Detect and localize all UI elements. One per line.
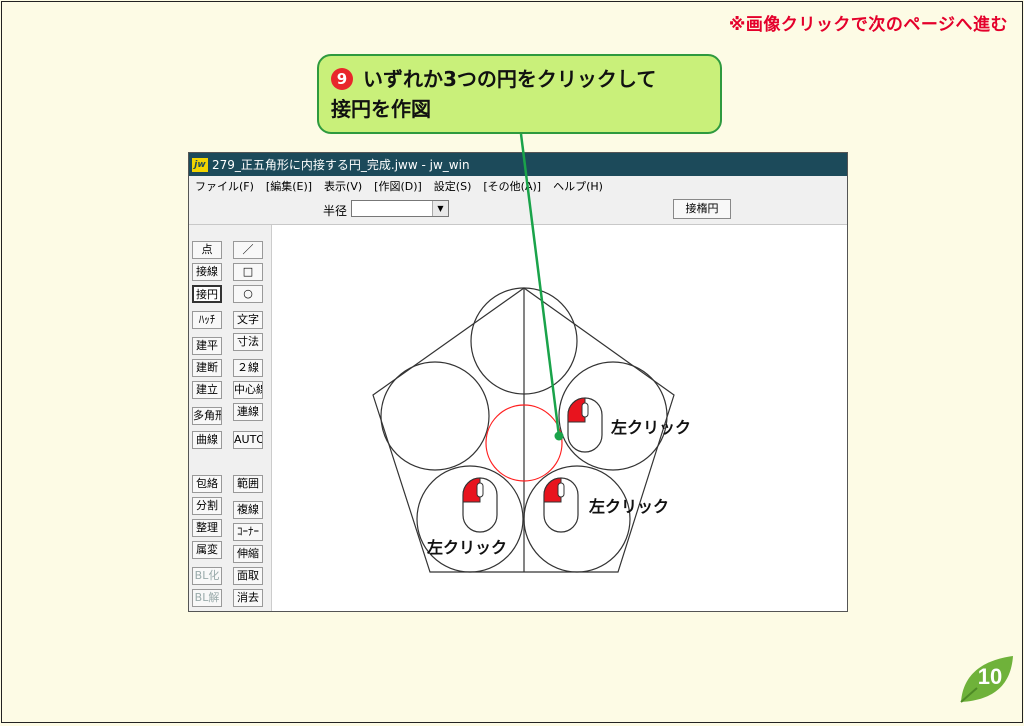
tool-point[interactable]: 点 <box>192 241 222 259</box>
tool-polygon[interactable]: 多角形 <box>192 407 222 425</box>
tool-hatch[interactable]: ﾊｯﾁ <box>192 311 222 329</box>
tool-corner[interactable]: ｺｰﾅｰ <box>233 523 263 541</box>
tool-block-create[interactable]: BL化 <box>192 567 222 585</box>
tool-tangent-circle[interactable]: 接円 <box>192 285 222 303</box>
menu-view[interactable]: 表示(V) <box>324 178 362 194</box>
tool-tangent-line[interactable]: 接線 <box>192 263 222 281</box>
tool-elevation-front[interactable]: 建立 <box>192 381 222 399</box>
tool-chamfer[interactable]: 面取 <box>233 567 263 585</box>
window-title-bar[interactable]: jw 279_正五角形に内接する円_完成.jww - jw_win <box>189 153 847 176</box>
tool-attribute-change[interactable]: 属変 <box>192 541 222 559</box>
instruction-callout: 9 いずれか3つの円をクリックして 接円を作図 <box>317 54 722 134</box>
app-icon: jw <box>192 157 208 172</box>
menu-edit[interactable]: [編集(E)] <box>266 178 312 194</box>
tool-arrange[interactable]: 整理 <box>192 519 222 537</box>
control-bar: 半径 ▼ 接楕円 <box>189 196 847 225</box>
instruction-line-2: 接円を作図 <box>331 97 431 121</box>
tool-block-explode[interactable]: BL解 <box>192 589 222 607</box>
tool-curve[interactable]: 曲線 <box>192 431 222 449</box>
tool-elevation-section[interactable]: 建断 <box>192 359 222 377</box>
tool-rectangle[interactable]: □ <box>233 263 263 281</box>
tool-connect-line[interactable]: 連線 <box>233 403 263 421</box>
slide-frame[interactable]: ※画像クリックで次のページへ進む 9 いずれか3つの円をクリックして 接円を作図 … <box>1 1 1023 723</box>
page-number-badge: 10 <box>957 654 1015 704</box>
window-title: 279_正五角形に内接する円_完成.jww - jw_win <box>212 158 470 172</box>
menu-draw[interactable]: [作図(D)] <box>374 178 422 194</box>
radius-select[interactable]: ▼ <box>351 200 449 217</box>
tool-palette: 点 接線 接円 ﾊｯﾁ 建平 建断 建立 多角形 曲線 包絡 分割 整理 属変 … <box>189 225 271 611</box>
tool-range[interactable]: 範囲 <box>233 475 263 493</box>
next-page-note[interactable]: ※画像クリックで次のページへ進む <box>729 10 1008 35</box>
step-number-badge: 9 <box>331 68 353 90</box>
tool-parallel-copy[interactable]: 複線 <box>233 501 263 519</box>
tool-double-line[interactable]: ２線 <box>233 359 263 377</box>
tool-envelope[interactable]: 包絡 <box>192 475 222 493</box>
radius-label: 半径 <box>323 204 348 218</box>
tool-elevation-plan[interactable]: 建平 <box>192 337 222 355</box>
tool-stretch[interactable]: 伸縮 <box>233 545 263 563</box>
menu-bar: ファイル(F) [編集(E)] 表示(V) [作図(D)] 設定(S) [その他… <box>189 176 847 196</box>
app-window: jw 279_正五角形に内接する円_完成.jww - jw_win ファイル(F… <box>188 152 848 612</box>
tool-erase[interactable]: 消去 <box>233 589 263 607</box>
menu-help[interactable]: ヘルプ(H) <box>553 178 603 194</box>
page-number: 10 <box>977 664 1003 689</box>
tool-auto[interactable]: AUTO <box>233 431 263 449</box>
tangent-ellipse-button[interactable]: 接楕円 <box>673 199 731 219</box>
tool-line[interactable]: ／ <box>233 241 263 259</box>
menu-settings[interactable]: 設定(S) <box>434 178 472 194</box>
drawing-canvas[interactable] <box>271 225 847 611</box>
menu-other[interactable]: [その他(A)] <box>483 178 541 194</box>
menu-file[interactable]: ファイル(F) <box>195 178 254 194</box>
tool-dimension[interactable]: 寸法 <box>233 333 263 351</box>
tool-text[interactable]: 文字 <box>233 311 263 329</box>
tool-divide[interactable]: 分割 <box>192 497 222 515</box>
chevron-down-icon[interactable]: ▼ <box>432 201 448 216</box>
instruction-line-1: いずれか3つの円をクリックして <box>363 67 657 91</box>
tool-circle[interactable]: ○ <box>233 285 263 303</box>
tool-center-line[interactable]: 中心線 <box>233 381 263 399</box>
